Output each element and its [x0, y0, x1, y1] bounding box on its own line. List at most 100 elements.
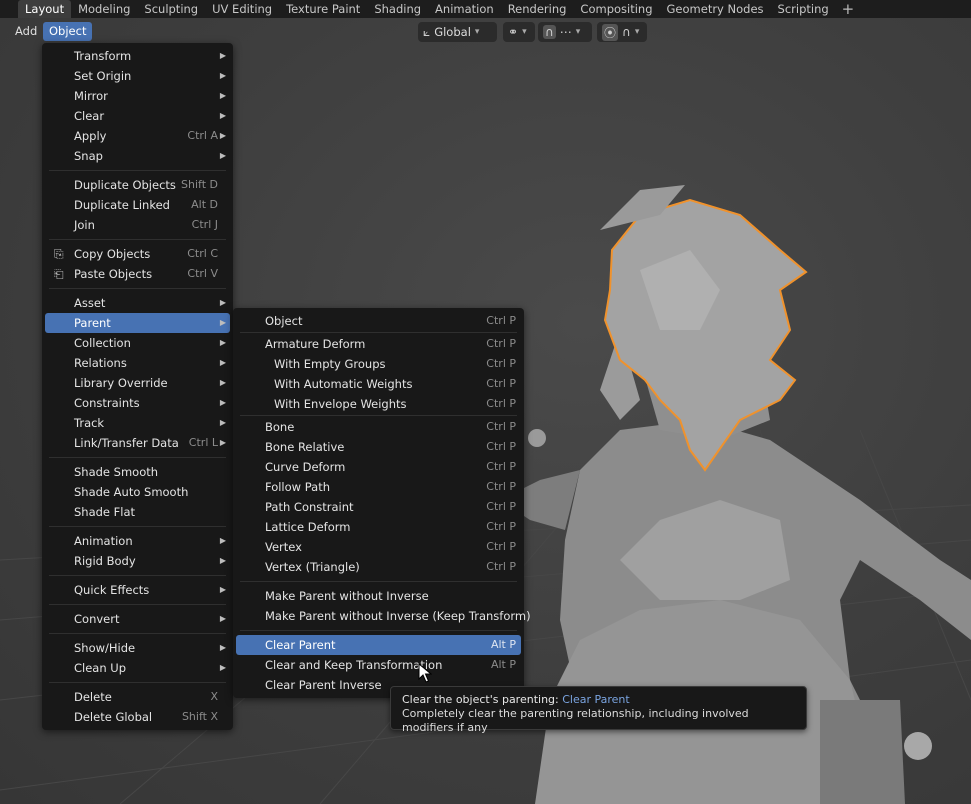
menu-item-set-origin[interactable]: Set Origin ▶: [45, 66, 230, 86]
submenu-arrow-icon: ▶: [219, 585, 226, 594]
menu-item-snap[interactable]: Snap ▶: [45, 146, 230, 166]
menu-item-make-parent-without-inverse[interactable]: Make Parent without Inverse: [236, 586, 521, 606]
menu-item-clear-parent[interactable]: Clear Parent Alt P: [236, 635, 521, 655]
menu-item-apply[interactable]: Apply Ctrl A ▶: [45, 126, 230, 146]
menu-item-shade-flat[interactable]: Shade Flat: [45, 502, 230, 522]
tab-animation[interactable]: Animation: [428, 0, 501, 18]
shortcut-hint: Ctrl L: [188, 436, 218, 449]
menu-item-label: Parent: [74, 316, 111, 330]
menu-item-curve-deform[interactable]: Curve Deform Ctrl P: [236, 457, 521, 477]
menu-item-constraints[interactable]: Constraints ▶: [45, 393, 230, 413]
shortcut-hint: Ctrl P: [486, 397, 516, 410]
menu-item-asset[interactable]: Asset ▶: [45, 293, 230, 313]
menu-item-with-empty-groups[interactable]: With Empty Groups Ctrl P: [236, 354, 521, 374]
snapping-controls[interactable]: ∩ ⋯ ▾: [538, 22, 592, 42]
menu-item-clear-keep-transformation[interactable]: Clear and Keep Transformation Alt P: [236, 655, 521, 675]
menu-item-duplicate-objects[interactable]: Duplicate Objects Shift D: [45, 175, 230, 195]
tab-shading[interactable]: Shading: [367, 0, 428, 18]
submenu-arrow-icon: ▶: [219, 71, 226, 80]
menu-item-duplicate-linked[interactable]: Duplicate Linked Alt D: [45, 195, 230, 215]
menu-item-follow-path[interactable]: Follow Path Ctrl P: [236, 477, 521, 497]
menu-item-copy-objects[interactable]: ⎘ Copy Objects Ctrl C: [45, 244, 230, 264]
menu-item-with-envelope-weights[interactable]: With Envelope Weights Ctrl P: [236, 394, 521, 414]
falloff-curve-icon[interactable]: ∩: [622, 25, 631, 39]
menu-item-parent-object[interactable]: Object Ctrl P: [236, 311, 521, 331]
proportional-editing-icon[interactable]: ⦿: [602, 23, 619, 41]
menu-item-shade-smooth[interactable]: Shade Smooth: [45, 462, 230, 482]
shortcut-hint: Ctrl V: [187, 267, 218, 280]
menu-item-animation[interactable]: Animation ▶: [45, 531, 230, 551]
menu-item-with-automatic-weights[interactable]: With Automatic Weights Ctrl P: [236, 374, 521, 394]
menu-item-make-parent-without-inverse-keep[interactable]: Make Parent without Inverse (Keep Transf…: [236, 606, 531, 626]
menu-item-library-override[interactable]: Library Override ▶: [45, 373, 230, 393]
add-menu-button[interactable]: Add: [9, 22, 43, 41]
menu-item-label: Copy Objects: [74, 247, 151, 261]
menu-item-parent[interactable]: Parent ▶: [45, 313, 230, 333]
submenu-arrow-icon: ▶: [219, 378, 226, 387]
pivot-point-dropdown[interactable]: ⚭ ▾: [503, 22, 535, 42]
shortcut-hint: Ctrl P: [486, 337, 516, 350]
transform-orientation-dropdown[interactable]: ⟀ Global ▾: [418, 22, 497, 42]
paste-icon: ⎗: [54, 267, 64, 281]
menu-item-label: Shade Auto Smooth: [74, 485, 189, 499]
menu-item-label: Path Constraint: [265, 500, 354, 514]
menu-item-vertex-triangle[interactable]: Vertex (Triangle) Ctrl P: [236, 557, 521, 577]
tab-rendering[interactable]: Rendering: [501, 0, 574, 18]
menu-item-vertex[interactable]: Vertex Ctrl P: [236, 537, 521, 557]
menu-separator: [240, 332, 517, 333]
tab-compositing[interactable]: Compositing: [573, 0, 659, 18]
proportional-editing-controls[interactable]: ⦿ ∩ ▾: [597, 22, 647, 42]
shortcut-hint: Ctrl P: [486, 314, 516, 327]
menu-item-label: Armature Deform: [265, 337, 366, 351]
menu-item-bone-relative[interactable]: Bone Relative Ctrl P: [236, 437, 521, 457]
menu-item-delete[interactable]: Delete X: [45, 687, 230, 707]
menu-item-collection[interactable]: Collection ▶: [45, 333, 230, 353]
menu-item-label: Set Origin: [74, 69, 132, 83]
menu-item-convert[interactable]: Convert ▶: [45, 609, 230, 629]
submenu-arrow-icon: ▶: [219, 438, 226, 447]
menu-item-armature-deform[interactable]: Armature Deform Ctrl P: [236, 334, 521, 354]
menu-item-clear[interactable]: Clear ▶: [45, 106, 230, 126]
submenu-arrow-icon: ▶: [219, 338, 226, 347]
menu-item-relations[interactable]: Relations ▶: [45, 353, 230, 373]
add-workspace-button[interactable]: +: [836, 0, 861, 18]
menu-item-bone[interactable]: Bone Ctrl P: [236, 417, 521, 437]
menu-item-shade-auto-smooth[interactable]: Shade Auto Smooth: [45, 482, 230, 502]
menu-item-label: Make Parent without Inverse: [265, 589, 429, 603]
tab-layout[interactable]: Layout: [18, 0, 72, 18]
menu-item-path-constraint[interactable]: Path Constraint Ctrl P: [236, 497, 521, 517]
menu-separator: [49, 288, 226, 289]
chevron-down-icon: ▾: [522, 27, 527, 37]
tab-texture-paint[interactable]: Texture Paint: [279, 0, 367, 18]
operator-tooltip: Clear the object's parenting: Clear Pare…: [390, 686, 807, 734]
submenu-arrow-icon: ▶: [219, 398, 226, 407]
menu-item-quick-effects[interactable]: Quick Effects ▶: [45, 580, 230, 600]
tab-uv-editing[interactable]: UV Editing: [205, 0, 279, 18]
tab-modeling[interactable]: Modeling: [71, 0, 137, 18]
menu-item-show-hide[interactable]: Show/Hide ▶: [45, 638, 230, 658]
menu-item-lattice-deform[interactable]: Lattice Deform Ctrl P: [236, 517, 521, 537]
menu-item-track[interactable]: Track ▶: [45, 413, 230, 433]
menu-item-delete-global[interactable]: Delete Global Shift X: [45, 707, 230, 727]
menu-item-transform[interactable]: Transform ▶: [45, 46, 230, 66]
menu-item-join[interactable]: Join Ctrl J: [45, 215, 230, 235]
tab-scripting[interactable]: Scripting: [771, 0, 836, 18]
menu-separator: [49, 239, 226, 240]
shortcut-hint: Ctrl P: [486, 500, 516, 513]
chevron-down-icon: ▾: [474, 27, 480, 37]
tab-geometry-nodes[interactable]: Geometry Nodes: [660, 0, 771, 18]
snap-increment-icon[interactable]: ⋯: [560, 25, 572, 39]
menu-item-label: Convert: [74, 612, 120, 626]
menu-item-label: Animation: [74, 534, 133, 548]
menu-item-link-transfer-data[interactable]: Link/Transfer Data Ctrl L ▶: [45, 433, 230, 453]
menu-item-mirror[interactable]: Mirror ▶: [45, 86, 230, 106]
shortcut-hint: Ctrl A: [187, 129, 218, 142]
menu-item-paste-objects[interactable]: ⎗ Paste Objects Ctrl V: [45, 264, 230, 284]
menu-item-clean-up[interactable]: Clean Up ▶: [45, 658, 230, 678]
snap-magnet-icon[interactable]: ∩: [543, 25, 556, 39]
tab-sculpting[interactable]: Sculpting: [137, 0, 205, 18]
menu-item-label: With Empty Groups: [274, 357, 386, 371]
menu-item-rigid-body[interactable]: Rigid Body ▶: [45, 551, 230, 571]
menu-item-label: Follow Path: [265, 480, 330, 494]
object-menu-button[interactable]: Object: [43, 22, 93, 41]
